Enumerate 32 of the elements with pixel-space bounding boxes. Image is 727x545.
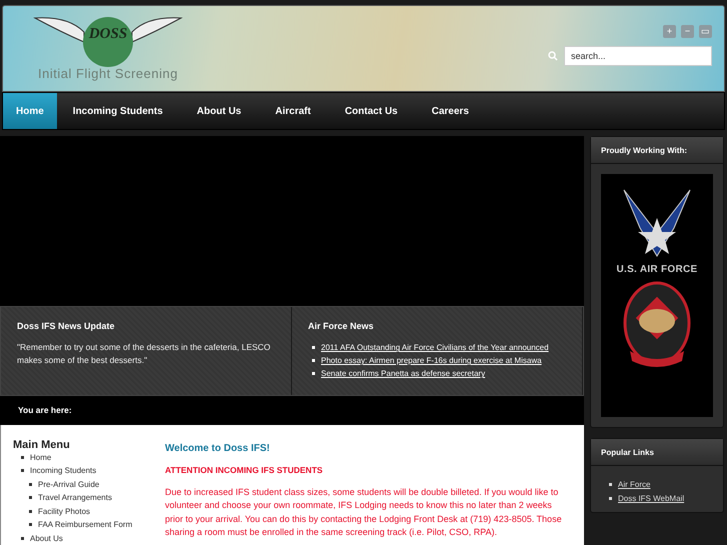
menu-title: Main Menu [13,438,71,450]
panel-text: "Remember to try out some of the desserts in the cafeteria, LESCO makes some of the best desserts." [17,341,272,368]
breadcrumb: You are here: [0,396,584,424]
news-link[interactable]: 2011 AFA Outstanding Air Force Civilians of the Year announced [321,343,549,352]
logo-text: DOSS [88,26,128,43]
panel-title: Air Force News [308,321,375,332]
popular-link[interactable]: Doss IFS WebMail [618,494,684,503]
nav-tab[interactable]: Contact Us [328,93,414,129]
menu-item[interactable]: Incoming Students [30,466,96,475]
nav-tab[interactable]: Home [3,93,57,129]
article-paragraph: Due to increased IFS student class sizes, some students will be double billeted. If you would like to volunteer and choose your own roommate, IFS Lodging needs to know this no later than 2 weeks prior to your arrival. You can do this by contacting the Lodging Front Desk at (719) 423-8505. Those sharing a room must be enrolled in the same screening track (i.e. Pilot, CSO, RPA). [165,486,563,539]
menu-item[interactable]: Facility Photos [38,506,90,516]
menu-item[interactable]: Pre-Arrival Guide [38,480,100,488]
nav-tab[interactable]: Careers [416,93,485,129]
news-link[interactable]: Photo essay: Airmen prepare F-16s during exercise at Misawa [321,356,542,366]
popular-link[interactable]: Air Force [618,480,650,489]
menu-item[interactable]: Home [30,452,52,462]
panel-title: Doss IFS News Update [17,321,116,332]
article-title: Welcome to Doss IFS! [165,442,271,454]
search-field[interactable]: search... [564,46,712,66]
nav-tab[interactable]: Incoming Students [56,93,179,129]
nav-tab[interactable]: Aircraft [259,93,327,129]
menu-item[interactable]: Travel Arrangements [38,493,112,502]
nav-tab[interactable]: About Us [180,93,258,129]
logo-caption: U.S. AIR FORCE [616,264,698,275]
tagline: Initial Flight Screening [38,66,178,81]
panel-header: Popular Links [591,439,723,466]
news-link[interactable]: Senate confirms Panetta as defense secretary [321,369,486,378]
panel-header: Proudly Working With: [591,137,723,164]
attention-heading: ATTENTION INCOMING IFS STUDENTS [165,464,324,474]
menu-item[interactable]: About Us [30,534,63,542]
menu-item[interactable]: FAA Reimbursement Form [38,520,132,529]
